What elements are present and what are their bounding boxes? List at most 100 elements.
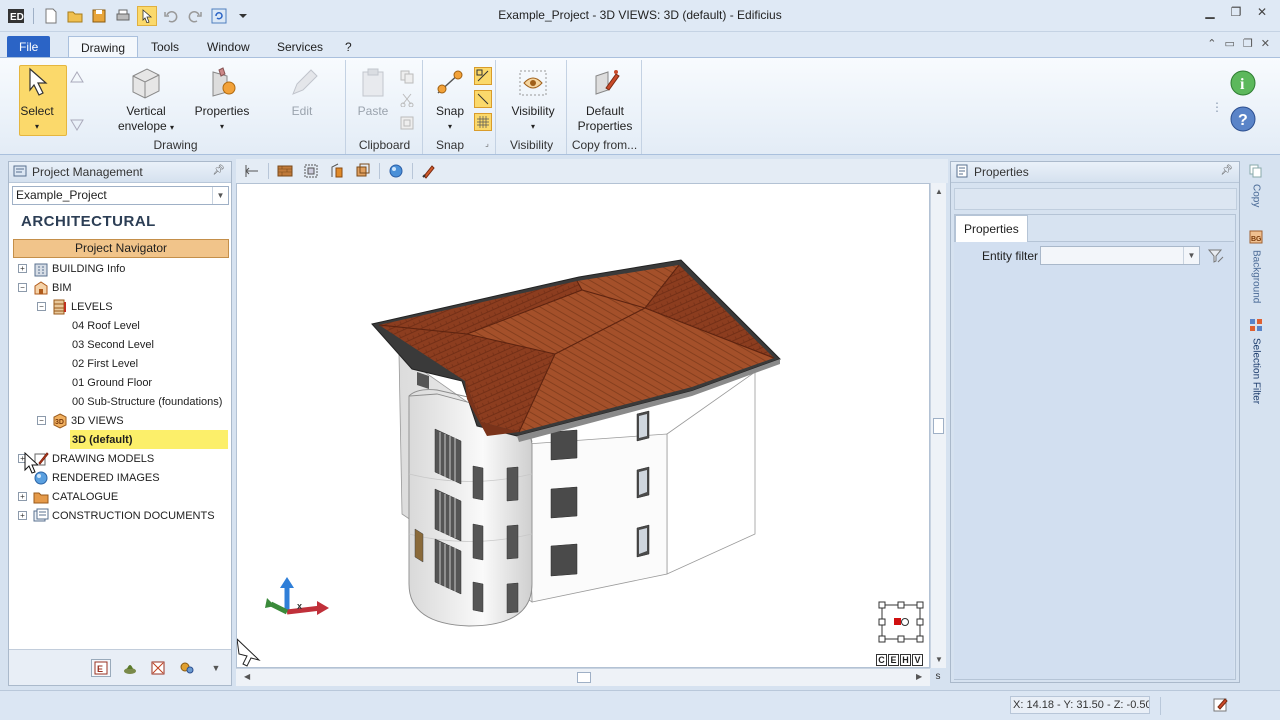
view-cube-icon[interactable]	[353, 161, 373, 181]
edit-button[interactable]: Edit	[278, 66, 326, 119]
snap-settings-launcher-icon[interactable]: ⌟	[482, 138, 492, 148]
tab-properties[interactable]: Properties	[955, 215, 1028, 242]
view-mode-h-button[interactable]: H	[900, 654, 911, 666]
down-arrow-icon[interactable]	[68, 116, 86, 134]
project-selector[interactable]: Example_Project ▼	[12, 186, 229, 205]
scroll-left-icon[interactable]: ◀	[244, 672, 250, 681]
cut-icon[interactable]	[398, 91, 416, 109]
status-settings-icon[interactable]	[1212, 696, 1230, 714]
footer-dropdown-icon[interactable]: ▼	[206, 659, 226, 677]
background-tab-icon: BG	[1249, 230, 1263, 247]
ribbon-group-snap: Snap ▾ Snap ⌟	[424, 60, 496, 154]
render-textures-icon[interactable]	[275, 161, 295, 181]
entity-filter-select[interactable]: ▼	[1040, 246, 1200, 265]
view-mode-v-button[interactable]: V	[912, 654, 923, 666]
properties-button[interactable]: Properties ▾	[191, 66, 253, 134]
pin-icon[interactable]: 📌︎	[1220, 165, 1233, 176]
tree-item-level-03[interactable]: 03 Second Level	[72, 335, 154, 354]
close-icon[interactable]: ✕	[1250, 3, 1274, 21]
help-icon[interactable]: ?	[1228, 104, 1258, 134]
default-properties-button[interactable]: Default Properties	[572, 66, 638, 134]
scroll-up-icon[interactable]: ▲	[935, 187, 943, 196]
project-navigator-header[interactable]: Project Navigator	[13, 239, 229, 258]
tree-item-3d-views[interactable]: − 3D 3D VIEWS	[37, 411, 124, 430]
minimize-icon[interactable]: ▁	[1198, 3, 1222, 21]
vertical-envelope-button[interactable]: Vertical envelope ▾	[111, 66, 181, 135]
duplicate-icon[interactable]	[398, 114, 416, 132]
side-tab-selection-filter[interactable]: Selection Filter	[1245, 318, 1267, 404]
viewport-vertical-scrollbar[interactable]: ▲ ▼	[930, 183, 946, 668]
dimension-tool-icon[interactable]	[242, 161, 262, 181]
expand-icon[interactable]: +	[18, 264, 27, 273]
status-divider	[1160, 697, 1161, 715]
chevron-down-icon[interactable]: ▼	[1183, 247, 1199, 264]
tree-item-catalogue[interactable]: + CATALOGUE	[18, 487, 118, 506]
horizontal-scroll-thumb[interactable]	[577, 672, 591, 683]
tree-item-construction-documents[interactable]: + CONSTRUCTION DOCUMENTS	[18, 506, 215, 525]
info-icon[interactable]: i	[1228, 68, 1258, 98]
architectural-mode-icon[interactable]: E	[91, 659, 111, 677]
tree-item-bim[interactable]: − BIM	[18, 278, 72, 297]
filter-icon[interactable]	[1207, 247, 1225, 265]
landscape-mode-icon[interactable]	[120, 659, 140, 677]
side-tab-copy[interactable]: Copy	[1245, 164, 1267, 207]
tab-drawing[interactable]: Drawing	[68, 36, 139, 58]
snap-grid-icon[interactable]	[474, 113, 492, 131]
tree-item-level-02[interactable]: 02 First Level	[72, 354, 138, 373]
tree-item-rendered-images[interactable]: RENDERED IMAGES	[33, 468, 160, 487]
axis-x-label: x	[297, 601, 302, 611]
scroll-right-icon[interactable]: ▶	[916, 672, 922, 681]
collapse-icon[interactable]: −	[18, 283, 27, 292]
chevron-down-icon[interactable]: ▼	[212, 187, 228, 204]
tree-item-3d-default[interactable]: 3D (default)	[70, 430, 228, 449]
doc-close-icon[interactable]: ✕	[1261, 37, 1270, 50]
tree-item-level-04[interactable]: 04 Roof Level	[72, 316, 140, 335]
scroll-corner[interactable]: s	[930, 668, 946, 686]
tab-services[interactable]: Services	[265, 36, 335, 58]
tree-item-level-00[interactable]: 00 Sub-Structure (foundations)	[72, 392, 222, 411]
tree-item-building-info[interactable]: + BUILDING Info	[18, 259, 125, 278]
snap-line-icon[interactable]	[474, 90, 492, 108]
copy-icon[interactable]	[398, 68, 416, 86]
up-arrow-icon[interactable]	[68, 68, 86, 86]
vertical-scroll-thumb[interactable]	[933, 418, 944, 434]
render-sphere-icon[interactable]	[386, 161, 406, 181]
section-cut-icon[interactable]	[327, 161, 347, 181]
tree-item-level-01[interactable]: 01 Ground Floor	[72, 373, 152, 392]
plant-mode-icon[interactable]	[177, 659, 197, 677]
scroll-down-icon[interactable]: ▼	[935, 655, 943, 664]
tab-file[interactable]: File	[7, 36, 51, 58]
project-panel-footer: E ▼	[9, 649, 231, 685]
3d-viewport[interactable]: x C E H V	[236, 183, 930, 668]
collapse-icon[interactable]: −	[37, 302, 46, 311]
paste-button[interactable]: Paste	[353, 66, 393, 119]
expand-icon[interactable]: +	[18, 492, 27, 501]
select-button-content[interactable]: Select ▾	[13, 66, 61, 134]
zoom-extents-icon[interactable]	[301, 161, 321, 181]
tab-window[interactable]: Window	[195, 36, 262, 58]
side-tab-background[interactable]: BG Background	[1245, 230, 1267, 303]
collapse-icon[interactable]: −	[37, 416, 46, 425]
structural-mode-icon[interactable]	[148, 659, 168, 677]
snap-endpoint-icon[interactable]	[474, 67, 492, 85]
viewport-horizontal-scrollbar[interactable]: ◀ ▶	[236, 668, 930, 686]
tree-item-levels[interactable]: − LEVELS	[37, 297, 113, 316]
tab-tools[interactable]: Tools	[139, 36, 191, 58]
tree-item-drawing-models[interactable]: + DRAWING MODELS	[18, 449, 154, 468]
view-mode-c-button[interactable]: C	[876, 654, 887, 666]
building-3d-model[interactable]: x	[237, 184, 930, 668]
catalogue-icon	[33, 489, 49, 505]
visibility-button[interactable]: Visibility ▾	[505, 66, 561, 134]
ribbon-group-clipboard: Paste Clipboard	[347, 60, 423, 154]
view-selector[interactable]	[878, 601, 924, 643]
tab-help[interactable]: ?	[333, 36, 364, 58]
maximize-icon[interactable]: ❐	[1224, 3, 1248, 21]
doc-restore-icon[interactable]: ❐	[1243, 37, 1253, 50]
view-mode-e-button[interactable]: E	[888, 654, 899, 666]
expand-icon[interactable]: +	[18, 511, 27, 520]
doc-minimize-icon[interactable]: ▭	[1225, 37, 1235, 50]
paint-brush-icon[interactable]	[419, 161, 439, 181]
ribbon-collapse-icon[interactable]: ⌃	[1207, 37, 1216, 50]
snap-button[interactable]: Snap ▾	[428, 66, 472, 134]
pin-icon[interactable]: 📌︎	[212, 165, 225, 176]
